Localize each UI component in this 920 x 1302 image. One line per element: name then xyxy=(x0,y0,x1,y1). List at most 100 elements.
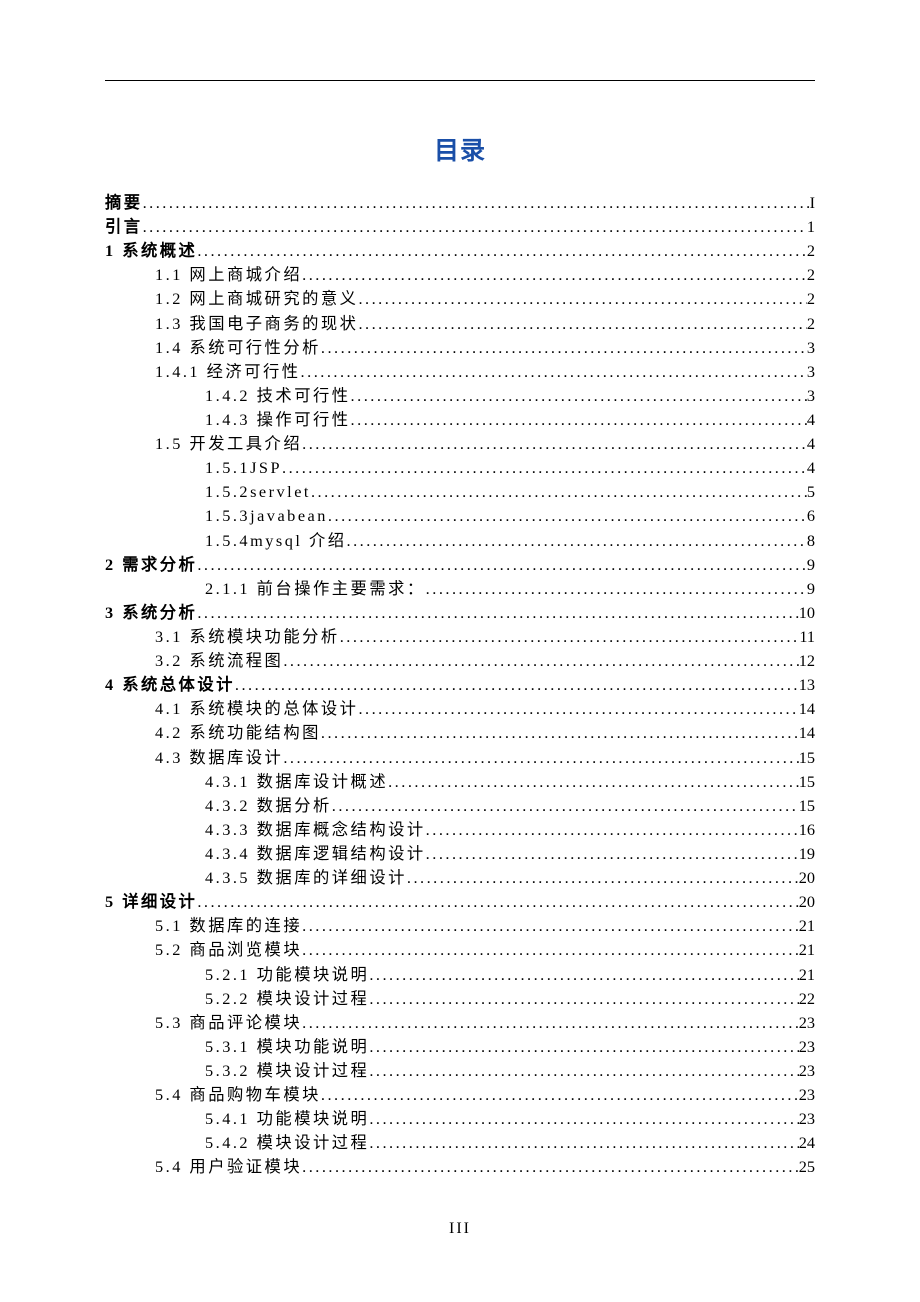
toc-entry-page: 4 xyxy=(807,456,815,480)
toc-entry[interactable]: 5.4 用户验证模块25 xyxy=(105,1155,815,1179)
toc-entry-page: 3 xyxy=(807,336,815,360)
toc-entry[interactable]: 5 详细设计20 xyxy=(105,890,815,914)
toc-entry-label: 4.3.3 数据库概念结构设计 xyxy=(205,818,426,842)
toc-entry[interactable]: 1.4.2 技术可行性3 xyxy=(105,384,815,408)
toc-entry-page: 3 xyxy=(807,384,815,408)
toc-entry-page: 21 xyxy=(799,938,815,962)
toc-entry[interactable]: 3.1 系统模块功能分析11 xyxy=(105,625,815,649)
toc-entry[interactable]: 4.2 系统功能结构图14 xyxy=(105,721,815,745)
toc-entry-page: 21 xyxy=(799,914,815,938)
toc-entry[interactable]: 5.4.2 模块设计过程24 xyxy=(105,1131,815,1155)
toc-leader-dots xyxy=(358,312,806,336)
toc-entry-label: 3.1 系统模块功能分析 xyxy=(155,625,340,649)
toc-entry-page: 6 xyxy=(807,504,815,528)
toc-entry-label: 5.4 商品购物车模块 xyxy=(155,1083,321,1107)
toc-entry[interactable]: 1.4 系统可行性分析 3 xyxy=(105,336,815,360)
toc-entry[interactable]: 5.3 商品评论模块23 xyxy=(105,1011,815,1035)
toc-entry[interactable]: 5.2.1 功能模块说明21 xyxy=(105,963,815,987)
toc-entry-page: 14 xyxy=(799,697,815,721)
toc-entry[interactable]: 5.2 商品浏览模块21 xyxy=(105,938,815,962)
toc-entry-page: 4 xyxy=(807,408,815,432)
toc-entry-label: 4.2 系统功能结构图 xyxy=(155,721,321,745)
toc-entry-page: 15 xyxy=(799,794,815,818)
toc-entry[interactable]: 1.4.1 经济可行性3 xyxy=(105,360,815,384)
toc-entry-page: 5 xyxy=(807,480,815,504)
toc-entry-page: 19 xyxy=(799,842,815,866)
toc-entry[interactable]: 1.1 网上商城介绍2 xyxy=(105,263,815,287)
toc-leader-dots xyxy=(407,866,799,890)
toc-leader-dots xyxy=(369,963,798,987)
toc-entry[interactable]: 5.4.1 功能模块说明23 xyxy=(105,1107,815,1131)
toc-leader-dots xyxy=(351,384,807,408)
toc-leader-dots xyxy=(143,215,807,239)
toc-entry-page: 10 xyxy=(799,601,815,625)
toc-entry-page: 2 xyxy=(807,312,815,336)
toc-entry-label: 1 系统概述 xyxy=(105,239,197,263)
toc-leader-dots xyxy=(369,987,798,1011)
toc-leader-dots xyxy=(369,1107,798,1131)
toc-entry[interactable]: 摘要I xyxy=(105,191,815,215)
toc-leader-dots xyxy=(197,890,798,914)
toc-entry-page: 23 xyxy=(799,1011,815,1035)
toc-entry-label: 3.2 系统流程图 xyxy=(155,649,283,673)
toc-entry-label: 2.1.1 前台操作主要需求： xyxy=(205,577,426,601)
toc-entry-label: 4.3 数据库设计 xyxy=(155,746,283,770)
toc-entry-page: I xyxy=(810,191,815,215)
toc-leader-dots xyxy=(369,1059,798,1083)
toc-entry[interactable]: 4.3.3 数据库概念结构设计16 xyxy=(105,818,815,842)
toc-entry[interactable]: 1.5.4mysql 介绍8 xyxy=(105,529,815,553)
toc-entry[interactable]: 5.3.2 模块设计过程23 xyxy=(105,1059,815,1083)
toc-entry[interactable]: 3 系统分析 10 xyxy=(105,601,815,625)
toc-entry-page: 22 xyxy=(799,987,815,1011)
toc-entry-page: 15 xyxy=(799,746,815,770)
toc-entry-label: 2 需求分析 xyxy=(105,553,197,577)
toc-leader-dots xyxy=(283,649,798,673)
toc-leader-dots xyxy=(426,818,799,842)
toc-entry-page: 2 xyxy=(807,239,815,263)
toc-leader-dots xyxy=(332,794,799,818)
toc-entry[interactable]: 5.2.2 模块设计过程22 xyxy=(105,987,815,1011)
toc-entry[interactable]: 1.5.3javabean6 xyxy=(105,504,815,528)
toc-leader-dots xyxy=(197,239,807,263)
toc-entry[interactable]: 1.2 网上商城研究的意义2 xyxy=(105,287,815,311)
toc-entry[interactable]: 5.3.1 模块功能说明23 xyxy=(105,1035,815,1059)
toc-leader-dots xyxy=(426,577,807,601)
toc-entry[interactable]: 1.5 开发工具介绍 4 xyxy=(105,432,815,456)
toc-entry-label: 5.3.1 模块功能说明 xyxy=(205,1035,369,1059)
toc-entry[interactable]: 2.1.1 前台操作主要需求：9 xyxy=(105,577,815,601)
toc-entry[interactable]: 4.3.5 数据库的详细设计20 xyxy=(105,866,815,890)
toc-entry[interactable]: 4 系统总体设计13 xyxy=(105,673,815,697)
toc-leader-dots xyxy=(321,1083,799,1107)
toc-leader-dots xyxy=(426,842,799,866)
toc-entry[interactable]: 4.3 数据库设计 15 xyxy=(105,746,815,770)
toc-leader-dots xyxy=(282,456,807,480)
toc-entry[interactable]: 1.5.2servlet5 xyxy=(105,480,815,504)
toc-entry-label: 4.3.4 数据库逻辑结构设计 xyxy=(205,842,426,866)
toc-leader-dots xyxy=(143,191,810,215)
toc-leader-dots xyxy=(302,914,799,938)
toc-entry-label: 1.5 开发工具介绍 xyxy=(155,432,302,456)
toc-entry-label: 3 系统分析 xyxy=(105,601,197,625)
toc-entry[interactable]: 4.1 系统模块的总体设计14 xyxy=(105,697,815,721)
toc-entry[interactable]: 1.5.1JSP4 xyxy=(105,456,815,480)
toc-entry[interactable]: 2 需求分析9 xyxy=(105,553,815,577)
toc-leader-dots xyxy=(388,770,799,794)
toc-entry-page: 25 xyxy=(799,1155,815,1179)
toc-entry[interactable]: 3.2 系统流程图12 xyxy=(105,649,815,673)
toc-entry[interactable]: 4.3.4 数据库逻辑结构设计 19 xyxy=(105,842,815,866)
toc-leader-dots xyxy=(302,432,807,456)
top-rule xyxy=(105,80,815,81)
toc-entry[interactable]: 1.3 我国电子商务的现状2 xyxy=(105,312,815,336)
toc-entry[interactable]: 1.4.3 操作可行性4 xyxy=(105,408,815,432)
toc-entry[interactable]: 5.1 数据库的连接21 xyxy=(105,914,815,938)
toc-entry-page: 20 xyxy=(799,866,815,890)
toc-entry-page: 4 xyxy=(807,432,815,456)
toc-entry[interactable]: 4.3.1 数据库设计概述15 xyxy=(105,770,815,794)
toc-entry[interactable]: 引言1 xyxy=(105,215,815,239)
toc-entry-label: 5.4.1 功能模块说明 xyxy=(205,1107,369,1131)
toc-entry[interactable]: 5.4 商品购物车模块23 xyxy=(105,1083,815,1107)
toc-leader-dots xyxy=(351,408,807,432)
toc-entry-label: 1.4 系统可行性分析 xyxy=(155,336,321,360)
toc-entry[interactable]: 4.3.2 数据分析15 xyxy=(105,794,815,818)
toc-entry[interactable]: 1 系统概述 2 xyxy=(105,239,815,263)
